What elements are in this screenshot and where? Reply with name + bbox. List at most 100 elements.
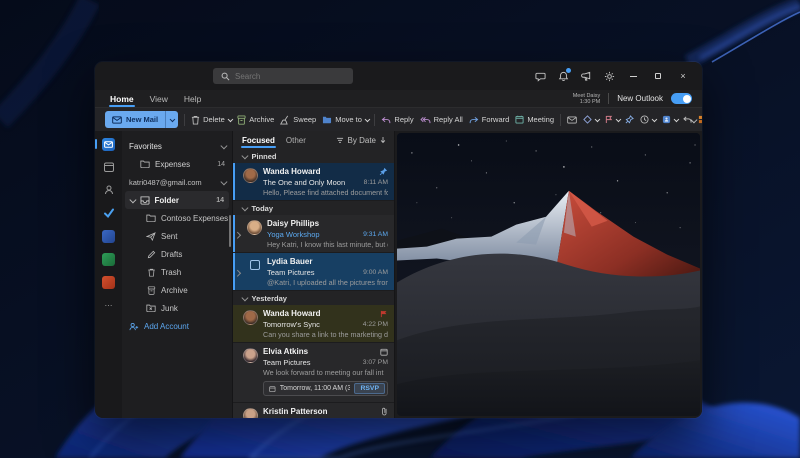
close-button[interactable]: ×: [676, 70, 690, 82]
expand-chevron-icon[interactable]: [235, 224, 240, 242]
message-row-elvia[interactable]: Elvia Atkins Team Pictures 3:07 PM We lo…: [233, 343, 394, 403]
search-box[interactable]: [213, 68, 353, 84]
junk-folder-icon: [146, 303, 156, 313]
reply-all-button[interactable]: Reply All: [420, 115, 463, 124]
rail-powerpoint-icon[interactable]: [95, 274, 122, 290]
title-bar: ×: [95, 62, 702, 90]
minimize-button[interactable]: [626, 70, 640, 82]
search-icon: [219, 70, 231, 82]
tag-icon[interactable]: [583, 115, 599, 124]
new-mail-button[interactable]: New Mail: [105, 111, 178, 128]
meeting-button[interactable]: Meeting: [515, 115, 554, 124]
flag-icon[interactable]: [605, 115, 620, 124]
trash-icon: [191, 115, 200, 125]
categorize-icon[interactable]: [662, 115, 678, 124]
drafts-pencil-icon: [146, 249, 156, 259]
message-time: 3:07 PM: [363, 359, 388, 366]
sort-by-date-button[interactable]: By Date: [336, 136, 386, 145]
rail-word-icon[interactable]: [95, 228, 122, 244]
tab-other[interactable]: Other: [285, 134, 307, 147]
mail-icon: [112, 116, 122, 124]
feedback-icon[interactable]: [534, 70, 546, 82]
new-outlook-label: New Outlook: [617, 94, 663, 103]
meeting-calendar-icon: [515, 115, 524, 124]
content-area: ⋯ Favorites Expenses 14 katri0487@gmail.…: [95, 131, 702, 418]
settings-gear-icon[interactable]: [603, 70, 615, 82]
red-flag-icon[interactable]: [380, 310, 388, 318]
rail-todo-icon[interactable]: [95, 205, 122, 221]
apps-grid-icon[interactable]: [698, 115, 702, 124]
app-rail: ⋯: [95, 131, 122, 418]
folder-icon: [146, 213, 156, 223]
divider: [608, 93, 609, 104]
message-row-daisy[interactable]: Daisy Phillips Yoga Workshop 9:31 AM Hey…: [233, 215, 394, 253]
new-outlook-toggle[interactable]: [671, 93, 692, 104]
reading-pane: [395, 131, 702, 418]
toolbar-expand-icon[interactable]: [691, 115, 696, 124]
pinned-pin-icon[interactable]: [379, 167, 388, 176]
folder-item-archive[interactable]: Archive: [122, 281, 232, 299]
group-header-pinned[interactable]: Pinned: [233, 149, 394, 163]
message-row-wanda-sync[interactable]: Wanda Howard Tomorrow's Sync 4:22 PM Can…: [233, 305, 394, 343]
reply-all-arrow-icon: [420, 116, 431, 124]
calendar-icon: [269, 385, 276, 393]
avatar: [243, 168, 258, 183]
unread-count: 14: [217, 161, 225, 168]
calendar-invite-icon: [380, 348, 388, 356]
rail-calendar-icon[interactable]: [95, 159, 122, 175]
message-photo-mountain: [397, 133, 700, 416]
folder-item-junk[interactable]: Junk: [122, 299, 232, 317]
tab-focused[interactable]: Focused: [241, 134, 276, 147]
snooze-clock-icon[interactable]: [640, 115, 656, 124]
message-row-wanda-pinned[interactable]: Wanda Howard The One and Only Moon 8:11 …: [233, 163, 394, 201]
search-input[interactable]: [235, 72, 347, 81]
send-icon: [146, 231, 156, 241]
archive-button[interactable]: Archive: [237, 115, 274, 125]
meeting-card[interactable]: Tomorrow, 11:00 AM (30m) RSVP: [263, 381, 388, 396]
tab-view[interactable]: View: [149, 92, 169, 106]
favorites-section-header[interactable]: Favorites: [122, 137, 232, 155]
group-header-yesterday[interactable]: Yesterday: [233, 291, 394, 305]
add-account-button[interactable]: Add Account: [122, 317, 232, 335]
whats-new-icon[interactable]: [580, 70, 592, 82]
archive-icon: [237, 115, 246, 125]
rail-mail-icon[interactable]: [95, 136, 122, 152]
rsvp-button[interactable]: RSVP: [354, 383, 385, 394]
favorite-folder-expenses[interactable]: Expenses 14: [122, 155, 232, 173]
move-to-button[interactable]: Move to: [322, 115, 368, 124]
avatar: [247, 220, 262, 235]
unread-count: 14: [216, 197, 224, 204]
rail-excel-icon[interactable]: [95, 251, 122, 267]
group-header-today[interactable]: Today: [233, 201, 394, 215]
message-list-header: Focused Other By Date: [233, 131, 394, 149]
ribbon-tabs-row: Home View Help Meet Daisy 1:30 PM New Ou…: [95, 90, 702, 107]
tab-home[interactable]: Home: [109, 92, 135, 106]
forward-button[interactable]: Forward: [469, 115, 510, 124]
folder-item-folder[interactable]: Folder 14: [125, 191, 229, 209]
pin-icon[interactable]: [625, 115, 634, 124]
folder-item-drafts[interactable]: Drafts: [122, 245, 232, 263]
delete-button[interactable]: Delete: [191, 115, 231, 125]
reply-arrow-icon: [381, 116, 391, 124]
folder-item-trash[interactable]: Trash: [122, 263, 232, 281]
reply-button[interactable]: Reply: [381, 115, 413, 124]
message-time: 9:31 AM: [363, 231, 388, 238]
sweep-button[interactable]: Sweep: [280, 115, 316, 125]
folder-item-contoso-expenses[interactable]: Contoso Expenses: [122, 209, 232, 227]
maximize-button[interactable]: [651, 70, 665, 82]
new-mail-dropdown[interactable]: [165, 111, 178, 128]
tab-help[interactable]: Help: [183, 92, 202, 106]
rail-more-apps-icon[interactable]: ⋯: [95, 297, 122, 313]
select-message-checkbox[interactable]: [250, 260, 260, 270]
expand-chevron-icon[interactable]: [235, 262, 240, 280]
notification-badge: [566, 68, 571, 73]
meet-daisy-reminder[interactable]: Meet Daisy 1:30 PM: [573, 93, 601, 105]
rail-people-icon[interactable]: [95, 182, 122, 198]
notifications-bell-icon[interactable]: [557, 70, 569, 82]
read-unread-icon[interactable]: [567, 116, 577, 124]
folder-pane-scrollbar[interactable]: [229, 215, 231, 247]
message-row-lydia[interactable]: Lydia Bauer Team Pictures 9:00 AM @Katri…: [233, 253, 394, 291]
account-section-header[interactable]: katri0487@gmail.com: [122, 173, 232, 191]
message-row-kristin[interactable]: Kristin Patterson: [233, 403, 394, 418]
folder-item-sent[interactable]: Sent: [122, 227, 232, 245]
